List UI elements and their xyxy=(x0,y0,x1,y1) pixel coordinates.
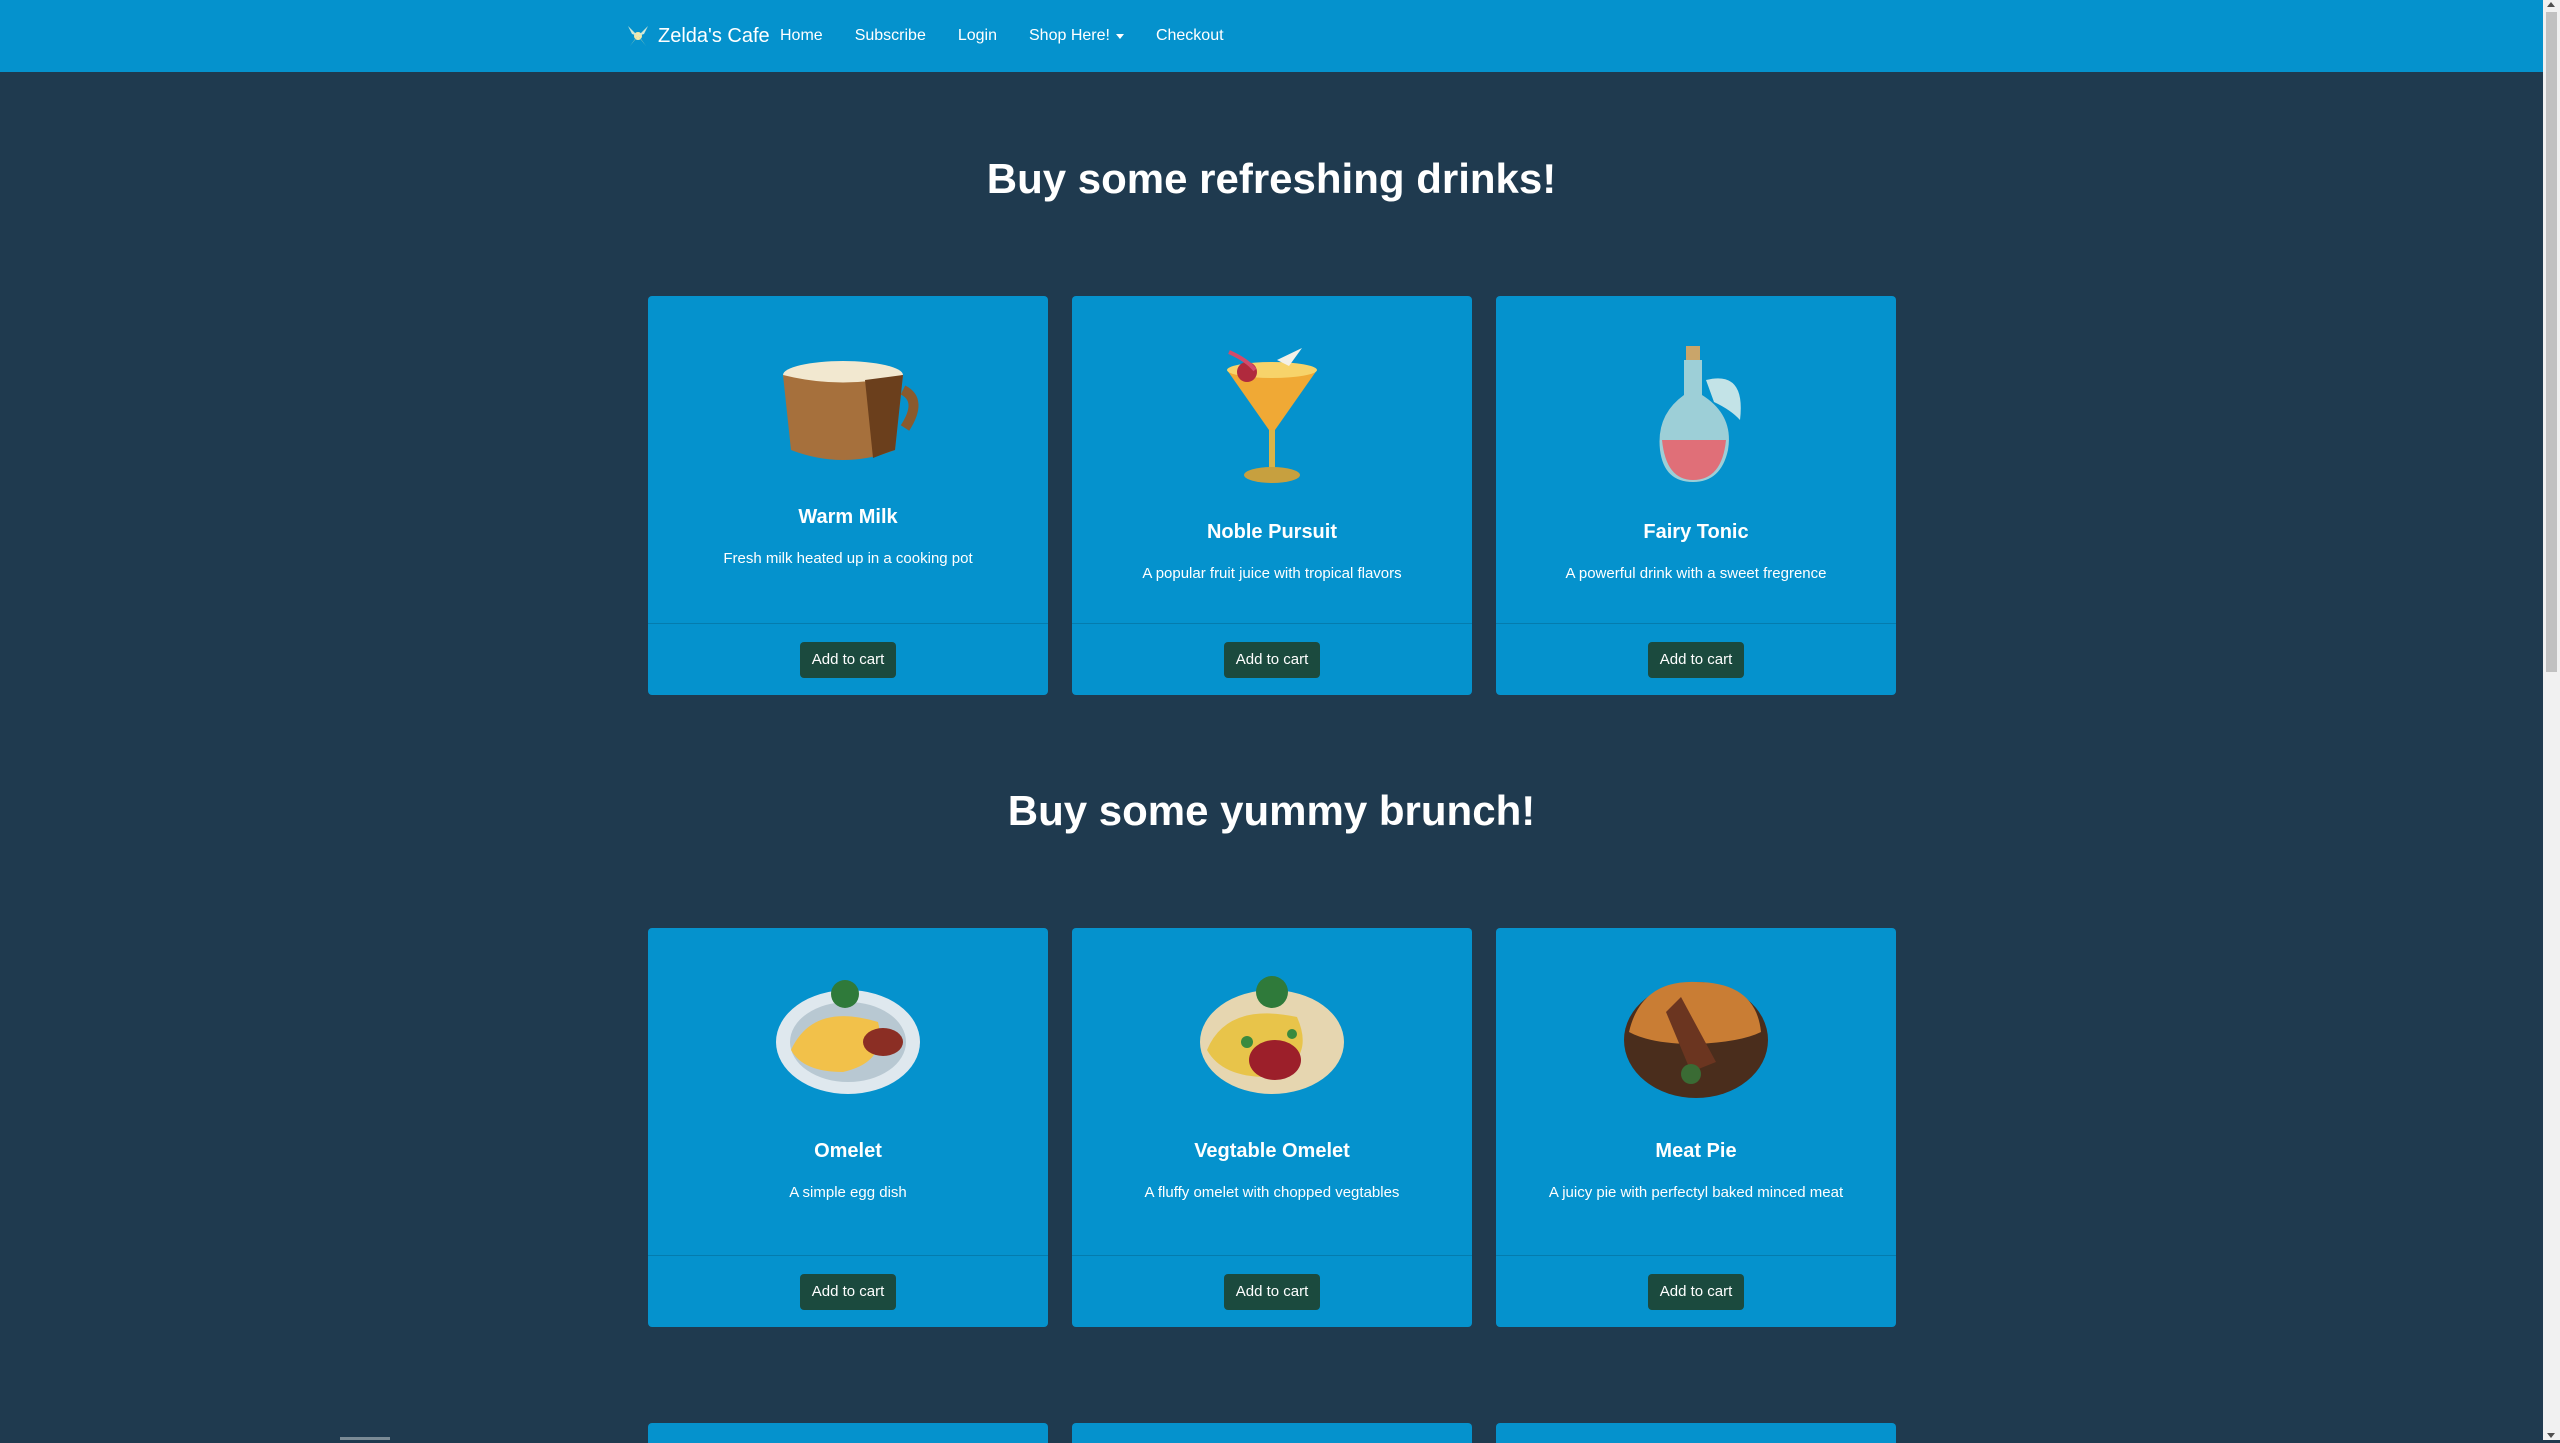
product-card: Fairy Tonic A powerful drink with a swee… xyxy=(1496,296,1896,695)
product-description: A powerful drink with a sweet fregrence xyxy=(1565,565,1827,582)
mug-icon xyxy=(783,361,919,460)
product-description: A juicy pie with perfectyl baked minced … xyxy=(1548,1184,1844,1201)
nav-links: Home Subscribe Login Shop Here! Checkout xyxy=(780,0,1256,72)
fairy-logo-icon xyxy=(628,26,648,46)
product-card: Meat Pie A juicy pie with perfectyl bake… xyxy=(1496,928,1896,1327)
add-to-cart-button[interactable]: Add to cart xyxy=(1647,1273,1745,1310)
caret-down-icon xyxy=(1115,33,1124,39)
product-name: Omelet xyxy=(814,1140,882,1162)
product-card-partial xyxy=(648,1423,1048,1443)
card-footer: Add to cart xyxy=(648,623,1048,695)
warm-milk-image xyxy=(648,340,1048,480)
section-title-brunch: Buy some yummy brunch! xyxy=(1007,787,1536,834)
card-footer: Add to cart xyxy=(1072,623,1472,695)
product-name: Vegtable Omelet xyxy=(1194,1140,1350,1162)
fairy-tonic-image xyxy=(1496,340,1896,490)
product-card-partial xyxy=(1496,1423,1896,1443)
cocktail-glass-icon xyxy=(1227,348,1317,483)
omelet-image xyxy=(648,972,1048,1102)
vertical-scrollbar[interactable] xyxy=(2543,0,2560,1440)
scroll-down-arrow-icon[interactable] xyxy=(2547,1433,2555,1438)
nav-login[interactable]: Login xyxy=(958,27,997,45)
card-footer: Add to cart xyxy=(1496,623,1896,695)
section-title-drinks: Buy some refreshing drinks! xyxy=(986,155,1557,202)
product-description: A simple egg dish xyxy=(789,1184,907,1201)
potion-bottle-icon xyxy=(1659,346,1741,482)
add-to-cart-button[interactable]: Add to cart xyxy=(799,1273,897,1310)
scrollbar-thumb[interactable] xyxy=(2546,12,2557,672)
nav-shop-dropdown[interactable]: Shop Here! xyxy=(1029,27,1124,45)
plate-veg-omelet-icon xyxy=(1200,976,1344,1094)
card-footer: Add to cart xyxy=(1496,1255,1896,1327)
add-to-cart-button[interactable]: Add to cart xyxy=(799,641,897,678)
product-description: A popular fruit juice with tropical flav… xyxy=(1142,565,1402,582)
add-to-cart-button[interactable]: Add to cart xyxy=(1223,1273,1321,1310)
product-card: Vegtable Omelet A fluffy omelet with cho… xyxy=(1072,928,1472,1327)
brand-name: Zelda's Cafe xyxy=(658,24,770,47)
product-name: Noble Pursuit xyxy=(1206,521,1337,543)
product-card: Noble Pursuit A popular fruit juice with… xyxy=(1072,296,1472,695)
product-name: Meat Pie xyxy=(1655,1140,1737,1162)
product-name: Fairy Tonic xyxy=(1643,521,1749,543)
plate-omelet-icon xyxy=(776,980,920,1094)
meat-pie-image xyxy=(1496,972,1896,1102)
noble-pursuit-image xyxy=(1072,340,1472,490)
nav-home[interactable]: Home xyxy=(780,27,823,45)
brand-link[interactable]: Zelda's Cafe xyxy=(622,0,770,72)
nav-checkout[interactable]: Checkout xyxy=(1156,27,1224,45)
product-description: Fresh milk heated up in a cooking pot xyxy=(723,550,973,567)
nav-shop-label: Shop Here! xyxy=(1029,27,1110,44)
product-name: Warm Milk xyxy=(798,506,898,528)
product-card: Omelet A simple egg dish Add to cart xyxy=(648,928,1048,1327)
product-card-partial xyxy=(1072,1423,1472,1443)
nav-subscribe[interactable]: Subscribe xyxy=(855,27,926,45)
top-navbar: Zelda's Cafe Home Subscribe Login Shop H… xyxy=(0,0,2543,72)
card-footer: Add to cart xyxy=(648,1255,1048,1327)
scroll-up-arrow-icon[interactable] xyxy=(2547,2,2555,7)
card-footer: Add to cart xyxy=(1072,1255,1472,1327)
add-to-cart-button[interactable]: Add to cart xyxy=(1223,641,1321,678)
product-description: A fluffy omelet with chopped vegtables xyxy=(1144,1184,1400,1201)
add-to-cart-button[interactable]: Add to cart xyxy=(1647,641,1745,678)
meat-pie-icon xyxy=(1624,981,1768,1098)
vegtable-omelet-image xyxy=(1072,972,1472,1102)
product-card: Warm Milk Fresh milk heated up in a cook… xyxy=(648,296,1048,695)
